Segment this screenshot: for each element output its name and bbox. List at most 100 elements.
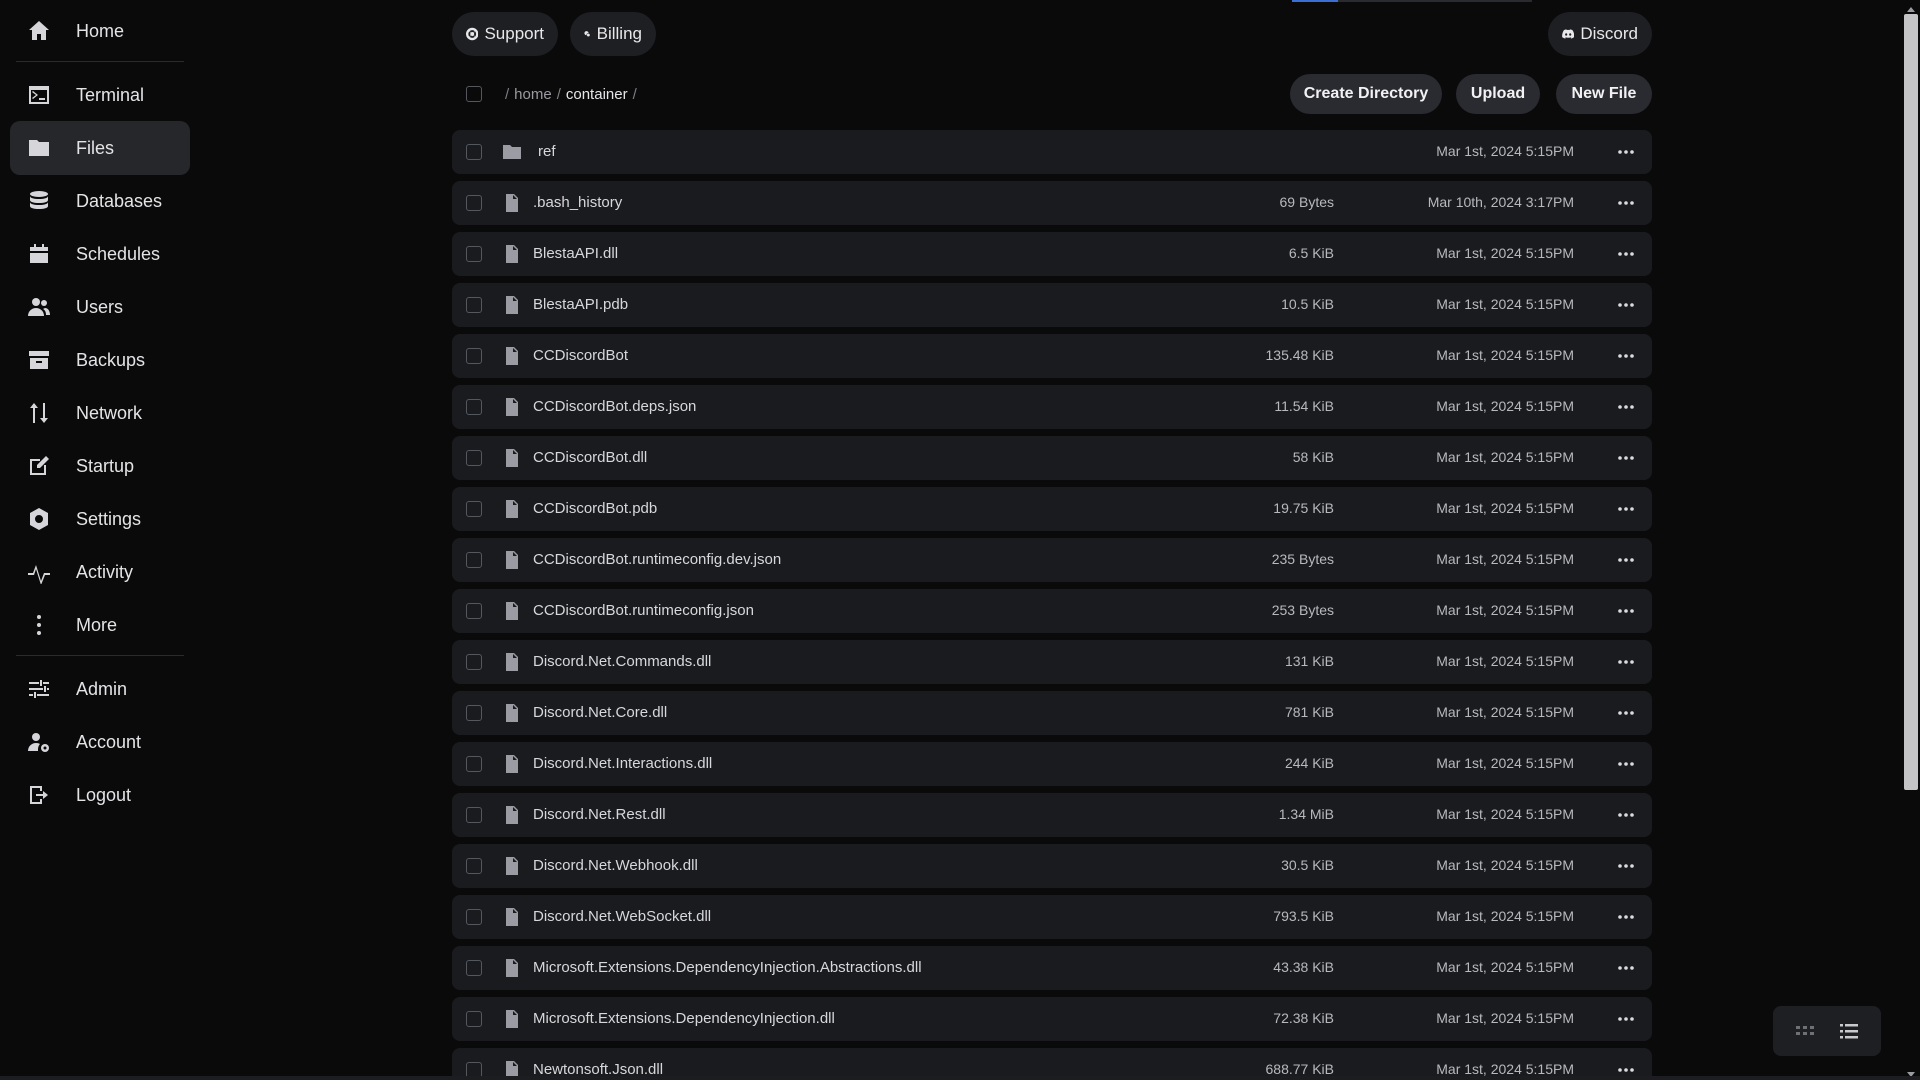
row-checkbox[interactable] — [466, 756, 482, 772]
file-name[interactable]: Microsoft.Extensions.DependencyInjection… — [533, 1010, 835, 1027]
row-checkbox[interactable] — [466, 450, 482, 466]
more-options-icon[interactable] — [1614, 548, 1638, 572]
more-options-icon[interactable] — [1614, 905, 1638, 929]
file-row[interactable]: CCDiscordBot.runtimeconfig.dev.json 235 B… — [452, 538, 1652, 582]
sidebar-item-terminal[interactable]: Terminal — [10, 68, 190, 122]
sidebar-item-users[interactable]: Users — [10, 280, 190, 334]
more-options-icon[interactable] — [1614, 191, 1638, 215]
file-row[interactable]: ref Mar 1st, 2024 5:15PM — [452, 130, 1652, 174]
more-options-icon[interactable] — [1614, 650, 1638, 674]
file-row[interactable]: CCDiscordBot.deps.json 11.54 KiB Mar 1st, … — [452, 385, 1652, 429]
list-view-icon[interactable] — [1837, 1019, 1861, 1043]
more-options-icon[interactable] — [1614, 752, 1638, 776]
scrollbar-thumb[interactable] — [1904, 14, 1918, 790]
file-row[interactable]: Discord.Net.Core.dll 781 KiB Mar 1st, 2024… — [452, 691, 1652, 735]
file-row[interactable]: BlestaAPI.pdb 10.5 KiB Mar 1st, 2024 5:15P… — [452, 283, 1652, 327]
sidebar-item-home[interactable]: Home — [10, 4, 190, 58]
file-row[interactable]: CCDiscordBot 135.48 KiB Mar 1st, 2024 5:15… — [452, 334, 1652, 378]
file-row[interactable]: .bash_history 69 Bytes Mar 10th, 2024 3:17… — [452, 181, 1652, 225]
file-name[interactable]: Microsoft.Extensions.DependencyInjection… — [533, 959, 922, 976]
file-name[interactable]: BlestaAPI.pdb — [533, 296, 628, 313]
file-name[interactable]: CCDiscordBot.dll — [533, 449, 647, 466]
file-name[interactable]: CCDiscordBot.runtimeconfig.json — [533, 602, 754, 619]
file-row[interactable]: Discord.Net.Webhook.dll 30.5 KiB Mar 1st, … — [452, 844, 1652, 888]
more-options-icon[interactable] — [1614, 701, 1638, 725]
more-options-icon[interactable] — [1614, 140, 1638, 164]
sidebar-item-admin[interactable]: Admin — [10, 662, 190, 716]
row-checkbox[interactable] — [466, 246, 482, 262]
row-checkbox[interactable] — [466, 552, 482, 568]
breadcrumb-home[interactable]: home — [514, 86, 552, 103]
more-options-icon[interactable] — [1614, 344, 1638, 368]
row-checkbox[interactable] — [466, 858, 482, 874]
more-options-icon[interactable] — [1614, 446, 1638, 470]
more-options-icon[interactable] — [1614, 803, 1638, 827]
file-row[interactable]: Discord.Net.Interactions.dll 244 KiB Mar 1… — [452, 742, 1652, 786]
sidebar-item-startup[interactable]: Startup — [10, 439, 190, 493]
more-options-icon[interactable] — [1614, 599, 1638, 623]
scroll-up-arrow-icon[interactable] — [1906, 2, 1916, 12]
create-directory-button[interactable]: Create Directory — [1290, 74, 1442, 114]
row-checkbox[interactable] — [466, 909, 482, 925]
row-checkbox[interactable] — [466, 807, 482, 823]
sidebar-item-more[interactable]: More — [10, 598, 190, 652]
file-row[interactable]: Discord.Net.WebSocket.dll 793.5 KiB Mar 1s… — [452, 895, 1652, 939]
file-name[interactable]: Discord.Net.Interactions.dll — [533, 755, 712, 772]
file-row[interactable]: CCDiscordBot.pdb 19.75 KiB Mar 1st, 2024 5… — [452, 487, 1652, 531]
file-row[interactable]: Microsoft.Extensions.DependencyInjection… — [452, 946, 1652, 990]
upload-button[interactable]: Upload — [1456, 74, 1540, 114]
row-checkbox[interactable] — [466, 195, 482, 211]
sidebar-item-settings[interactable]: Settings — [10, 492, 190, 546]
row-checkbox[interactable] — [466, 705, 482, 721]
row-checkbox[interactable] — [466, 348, 482, 364]
more-options-icon[interactable] — [1614, 1007, 1638, 1031]
grid-view-icon[interactable] — [1793, 1019, 1817, 1043]
sidebar-item-activity[interactable]: Activity — [10, 545, 190, 599]
row-checkbox[interactable] — [466, 297, 482, 313]
file-row[interactable]: Discord.Net.Commands.dll 131 KiB Mar 1st, … — [452, 640, 1652, 684]
file-row[interactable]: Microsoft.Extensions.DependencyInjection… — [452, 997, 1652, 1041]
scroll-down-arrow-icon[interactable] — [1906, 1066, 1916, 1077]
file-name[interactable]: Discord.Net.Webhook.dll — [533, 857, 698, 874]
file-name[interactable]: ref — [538, 143, 556, 160]
row-checkbox[interactable] — [466, 399, 482, 415]
sidebar-item-logout[interactable]: Logout — [10, 768, 190, 822]
row-checkbox[interactable] — [466, 501, 482, 517]
file-row[interactable]: Discord.Net.Rest.dll 1.34 MiB Mar 1st, 202… — [452, 793, 1652, 837]
billing-button[interactable]: Billing — [570, 12, 656, 56]
file-row[interactable]: CCDiscordBot.runtimeconfig.json 253 Bytes… — [452, 589, 1652, 633]
file-name[interactable]: Discord.Net.WebSocket.dll — [533, 908, 711, 925]
row-checkbox[interactable] — [466, 1011, 482, 1027]
file-name[interactable]: Discord.Net.Core.dll — [533, 704, 667, 721]
more-options-icon[interactable] — [1614, 293, 1638, 317]
more-options-icon[interactable] — [1614, 242, 1638, 266]
file-name[interactable]: .bash_history — [533, 194, 622, 211]
sidebar-item-network[interactable]: Network — [10, 386, 190, 440]
more-options-icon[interactable] — [1614, 956, 1638, 980]
file-name[interactable]: Discord.Net.Rest.dll — [533, 806, 666, 823]
file-name[interactable]: CCDiscordBot.pdb — [533, 500, 657, 517]
sidebar-item-files[interactable]: Files — [10, 121, 190, 175]
file-row[interactable]: CCDiscordBot.dll 58 KiB Mar 1st, 2024 5:15… — [452, 436, 1652, 480]
page-scrollbar[interactable] — [1902, 0, 1920, 1080]
sidebar-item-schedules[interactable]: Schedules — [10, 227, 190, 281]
discord-button[interactable]: Discord — [1548, 12, 1652, 56]
file-name[interactable]: CCDiscordBot.deps.json — [533, 398, 696, 415]
support-button[interactable]: Support — [452, 12, 558, 56]
row-checkbox[interactable] — [466, 603, 482, 619]
new-file-button[interactable]: New File — [1556, 74, 1652, 114]
more-options-icon[interactable] — [1614, 395, 1638, 419]
file-name[interactable]: CCDiscordBot — [533, 347, 628, 364]
more-options-icon[interactable] — [1614, 854, 1638, 878]
select-all-checkbox[interactable] — [466, 86, 482, 102]
sidebar-item-account[interactable]: Account — [10, 715, 190, 769]
file-name[interactable]: Discord.Net.Commands.dll — [533, 653, 711, 670]
file-name[interactable]: CCDiscordBot.runtimeconfig.dev.json — [533, 551, 781, 568]
file-name[interactable]: BlestaAPI.dll — [533, 245, 618, 262]
sidebar-item-backups[interactable]: Backups — [10, 333, 190, 387]
row-checkbox[interactable] — [466, 144, 482, 160]
row-checkbox[interactable] — [466, 960, 482, 976]
more-options-icon[interactable] — [1614, 497, 1638, 521]
row-checkbox[interactable] — [466, 654, 482, 670]
sidebar-item-databases[interactable]: Databases — [10, 174, 190, 228]
